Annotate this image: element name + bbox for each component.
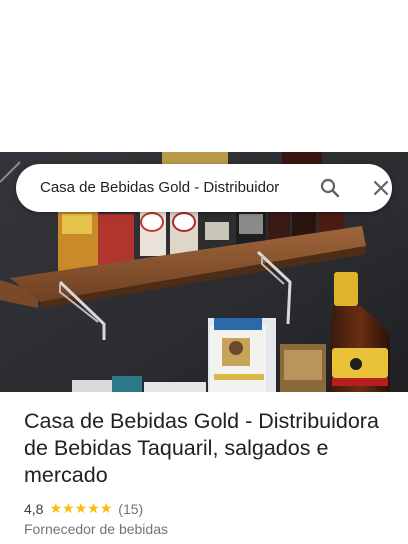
place-category: Fornecedor de bebidas xyxy=(24,521,168,537)
search-input[interactable]: Casa de Bebidas Gold - Distribuidor xyxy=(40,164,306,212)
review-count[interactable]: (15) xyxy=(118,501,143,517)
rating-row[interactable]: 4,8 ★ ★ ★ ★ ★ (15) xyxy=(24,500,143,518)
star-icon: ★ xyxy=(99,501,113,517)
rating-value: 4,8 xyxy=(24,501,44,517)
star-icon: ★ xyxy=(49,501,63,517)
star-icon: ★ xyxy=(74,501,88,517)
close-icon[interactable] xyxy=(369,176,393,200)
star-icon: ★ xyxy=(87,501,100,517)
search-bar[interactable]: Casa de Bebidas Gold - Distribuidor xyxy=(16,164,392,212)
star-icon: ★ xyxy=(62,501,75,517)
map-blank-area xyxy=(0,0,408,152)
place-title: Casa de Bebidas Gold - Distribuidora de … xyxy=(24,409,379,487)
place-info-panel: Casa de Bebidas Gold - Distribuidora de … xyxy=(0,392,408,544)
search-icon[interactable] xyxy=(318,176,342,200)
star-rating: ★ ★ ★ ★ ★ xyxy=(49,502,112,516)
